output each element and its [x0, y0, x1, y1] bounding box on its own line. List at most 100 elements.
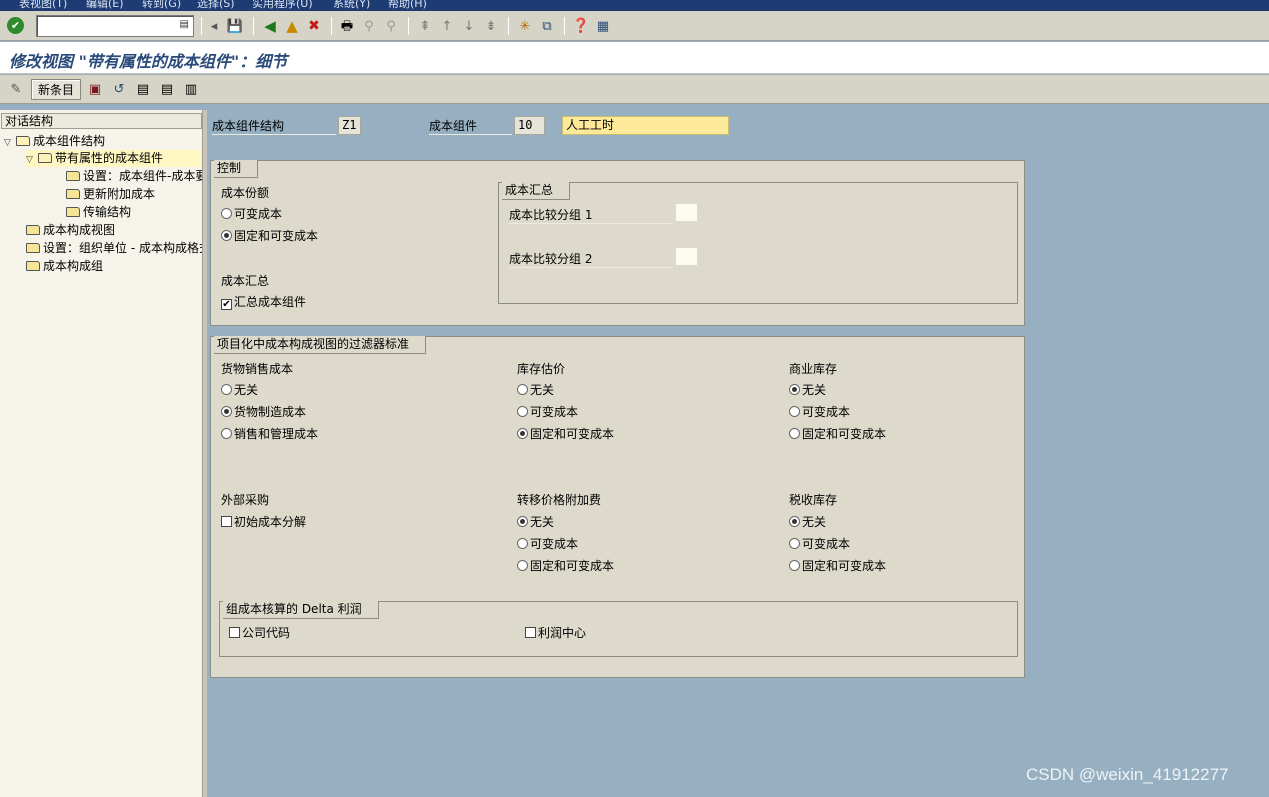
control-group: 控制 成本份额 可变成本 固定和可变成本 成本汇总 ✔ 汇总成本组件 成本汇总 成…	[210, 160, 1025, 326]
component-label: 成本组件	[429, 118, 512, 135]
radio-button[interactable]	[221, 384, 232, 395]
shortcut-icon[interactable]: ⧉	[538, 17, 556, 35]
checkbox[interactable]	[229, 627, 240, 638]
help-icon[interactable]: ❓	[572, 17, 590, 35]
radio-button[interactable]	[789, 538, 800, 549]
next-page-icon[interactable]: ↓	[460, 17, 478, 35]
radio-button[interactable]	[221, 208, 232, 219]
cost-share-fixed-variable-radio[interactable]: 固定和可变成本	[221, 228, 318, 244]
inventory-variable-radio[interactable]: 可变成本	[517, 404, 578, 420]
menu-selection[interactable]: 选择(S)	[197, 0, 235, 11]
commercial-variable-radio[interactable]: 可变成本	[789, 404, 850, 420]
tree-item-org-units[interactable]: 设置：组织单位 - 成本构成格式	[26, 240, 202, 257]
comparison-group-2-label: 成本比较分组 2	[509, 251, 673, 268]
initial-cost-split-checkbox[interactable]: 初始成本分解	[221, 514, 306, 530]
menu-help[interactable]: 帮助(H)	[388, 0, 427, 11]
tree-item-cost-components-with-attributes[interactable]: ▽ 带有属性的成本组件	[26, 150, 202, 167]
find-icon[interactable]: ⚲	[360, 17, 378, 35]
radio-button-selected[interactable]	[221, 406, 232, 417]
cogs-not-relevant-radio[interactable]: 无关	[221, 382, 258, 398]
comparison-group-2-field[interactable]	[675, 247, 698, 266]
radio-button-selected[interactable]	[221, 230, 232, 241]
first-page-icon[interactable]: ⇞	[416, 17, 434, 35]
radio-button[interactable]	[517, 560, 528, 571]
command-history-icon[interactable]: ▤	[180, 19, 189, 30]
tree-item-cost-component-groups[interactable]: 成本构成组	[26, 258, 202, 275]
radio-button[interactable]	[789, 406, 800, 417]
radio-button-selected[interactable]	[517, 516, 528, 527]
rollup-checkbox[interactable]: ✔ 汇总成本组件	[221, 294, 306, 310]
inventory-fixed-variable-radio[interactable]: 固定和可变成本	[517, 426, 614, 442]
comparison-group-1-field[interactable]	[675, 203, 698, 222]
display-change-icon[interactable]: ✎	[7, 80, 25, 98]
menu-table-view[interactable]: 表视图(T)	[19, 0, 67, 11]
structure-field[interactable]: Z1	[338, 116, 361, 135]
tax-variable-radio[interactable]: 可变成本	[789, 536, 850, 552]
tree-item-cost-component-views[interactable]: 成本构成视图	[26, 222, 202, 239]
radio-button-selected[interactable]	[789, 516, 800, 527]
previous-page-icon[interactable]: ↑	[438, 17, 456, 35]
back-arrow-icon[interactable]: ◂	[205, 17, 223, 35]
company-code-checkbox[interactable]: 公司代码	[229, 625, 290, 641]
tree-item-transfer-structure[interactable]: 传输结构	[66, 204, 202, 221]
cogs-sales-admin-radio[interactable]: 销售和管理成本	[221, 426, 318, 442]
folder-open-icon	[16, 136, 30, 146]
collapse-triangle-icon[interactable]: ▽	[4, 135, 16, 150]
toolbar-separator	[564, 17, 565, 35]
cost-share-variable-radio[interactable]: 可变成本	[221, 206, 282, 222]
radio-button-selected[interactable]	[517, 428, 528, 439]
enter-icon[interactable]: ✔	[7, 17, 24, 34]
transfer-not-relevant-radio[interactable]: 无关	[517, 514, 554, 530]
transfer-variable-radio[interactable]: 可变成本	[517, 536, 578, 552]
create-session-icon[interactable]: ✳	[516, 17, 534, 35]
command-field[interactable]: ▤	[36, 15, 194, 37]
toolbar-separator	[408, 17, 409, 35]
last-page-icon[interactable]: ⇟	[482, 17, 500, 35]
new-entries-button[interactable]: 新条目	[31, 79, 81, 100]
folder-icon	[66, 207, 80, 217]
previous-entry-icon[interactable]: ▤	[134, 80, 152, 98]
radio-button[interactable]	[517, 538, 528, 549]
radio-button[interactable]	[221, 428, 232, 439]
component-name-field[interactable]: 人工工时	[562, 116, 729, 135]
cogs-cogm-radio[interactable]: 货物制造成本	[221, 404, 306, 420]
cancel-icon[interactable]: ✖	[305, 17, 323, 35]
checkbox[interactable]	[525, 627, 536, 638]
copy-as-icon[interactable]: ▣	[86, 80, 104, 98]
print-icon[interactable]: 🖶	[338, 17, 356, 35]
radio-button[interactable]	[789, 560, 800, 571]
next-entry-icon[interactable]: ▤	[158, 80, 176, 98]
save-icon[interactable]: 💾	[226, 17, 244, 35]
pane-splitter[interactable]	[203, 110, 207, 797]
find-next-icon[interactable]: ⚲	[382, 17, 400, 35]
toolbar-separator	[508, 17, 509, 35]
radio-button[interactable]	[517, 384, 528, 395]
menu-edit[interactable]: 编辑(E)	[86, 0, 124, 11]
checkbox[interactable]	[221, 516, 232, 527]
tree-item-update-overhead[interactable]: 更新附加成本	[66, 186, 202, 203]
collapse-triangle-icon[interactable]: ▽	[26, 152, 38, 167]
radio-button-selected[interactable]	[789, 384, 800, 395]
tax-fixed-variable-radio[interactable]: 固定和可变成本	[789, 558, 886, 574]
menu-system[interactable]: 系统(Y)	[333, 0, 370, 11]
radio-button[interactable]	[789, 428, 800, 439]
exit-icon[interactable]: ▲	[283, 17, 301, 35]
other-entry-icon[interactable]: ▥	[182, 80, 200, 98]
component-field[interactable]: 10	[514, 116, 545, 135]
tree-item-cost-component-structure[interactable]: ▽ 成本组件结构	[4, 133, 202, 150]
undo-change-icon[interactable]: ↺	[110, 80, 128, 98]
tree-item-assignment-cost-elements[interactable]: 设置：成本组件-成本要素	[66, 168, 202, 185]
transfer-fixed-variable-radio[interactable]: 固定和可变成本	[517, 558, 614, 574]
checkbox-checked[interactable]: ✔	[221, 299, 232, 310]
menu-goto[interactable]: 转到(G)	[142, 0, 181, 11]
radio-button[interactable]	[517, 406, 528, 417]
commercial-not-relevant-radio[interactable]: 无关	[789, 382, 826, 398]
back-icon[interactable]: ◀	[261, 17, 279, 35]
commercial-fixed-variable-radio[interactable]: 固定和可变成本	[789, 426, 886, 442]
layout-menu-icon[interactable]: ▦	[594, 17, 612, 35]
profit-center-checkbox[interactable]: 利润中心	[525, 625, 586, 641]
folder-open-icon	[38, 153, 52, 163]
menu-utilities[interactable]: 实用程序(U)	[252, 0, 313, 11]
inventory-not-relevant-radio[interactable]: 无关	[517, 382, 554, 398]
tax-not-relevant-radio[interactable]: 无关	[789, 514, 826, 530]
